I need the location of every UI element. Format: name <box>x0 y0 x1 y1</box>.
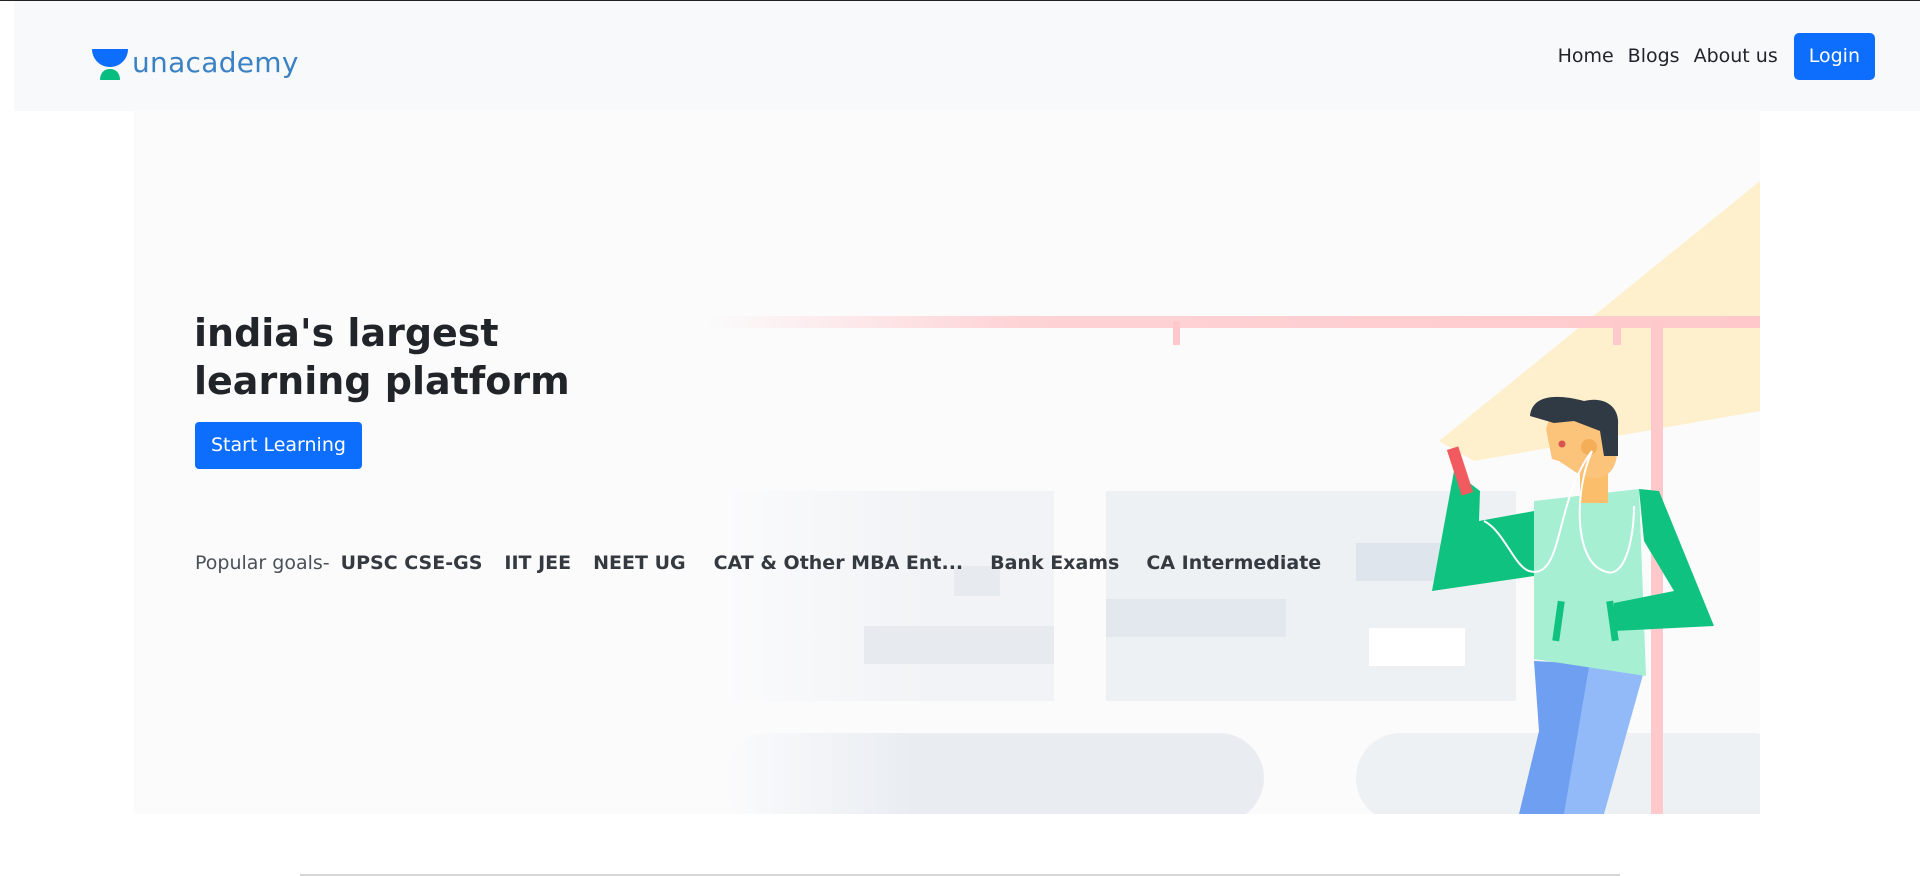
goal-iit-jee-link[interactable]: IIT JEE <box>504 552 571 574</box>
login-button[interactable]: Login <box>1793 32 1875 80</box>
hero-section: india's largest learning platform Start … <box>134 111 1760 814</box>
brand-logo-link[interactable]: unacademy <box>90 42 299 82</box>
hero-illustration <box>704 181 1760 814</box>
popular-goals-label: Popular goals- <box>195 552 330 574</box>
page: unacademy Home Blogs About us Login indi… <box>0 0 1920 876</box>
goal-upsc-link[interactable]: UPSC CSE-GS <box>341 552 483 574</box>
start-learning-button[interactable]: Start Learning <box>195 422 362 469</box>
goal-ca-intermediate-link[interactable]: CA Intermediate <box>1146 552 1321 574</box>
goal-neet-ug-link[interactable]: NEET UG <box>593 552 685 574</box>
popular-goals: Popular goals- UPSC CSE-GS IIT JEE NEET … <box>195 552 1343 574</box>
nav-home-link[interactable]: Home <box>1558 32 1614 80</box>
nav-blogs-link[interactable]: Blogs <box>1628 32 1680 80</box>
hero-title-line-2: learning platform <box>194 359 570 403</box>
unacademy-logo-icon <box>90 45 130 80</box>
hero-title: india's largest learning platform <box>194 309 594 405</box>
goal-bank-exams-link[interactable]: Bank Exams <box>990 552 1119 574</box>
goal-cat-mba-link[interactable]: CAT & Other MBA Ent... <box>714 552 964 574</box>
hero-title-line-1: india's largest <box>194 311 499 355</box>
nav-links: Home Blogs About us Login <box>1558 32 1875 80</box>
brand-name: unacademy <box>132 45 299 79</box>
nav-about-link[interactable]: About us <box>1694 32 1778 80</box>
top-navbar: unacademy Home Blogs About us Login <box>14 1 1920 111</box>
